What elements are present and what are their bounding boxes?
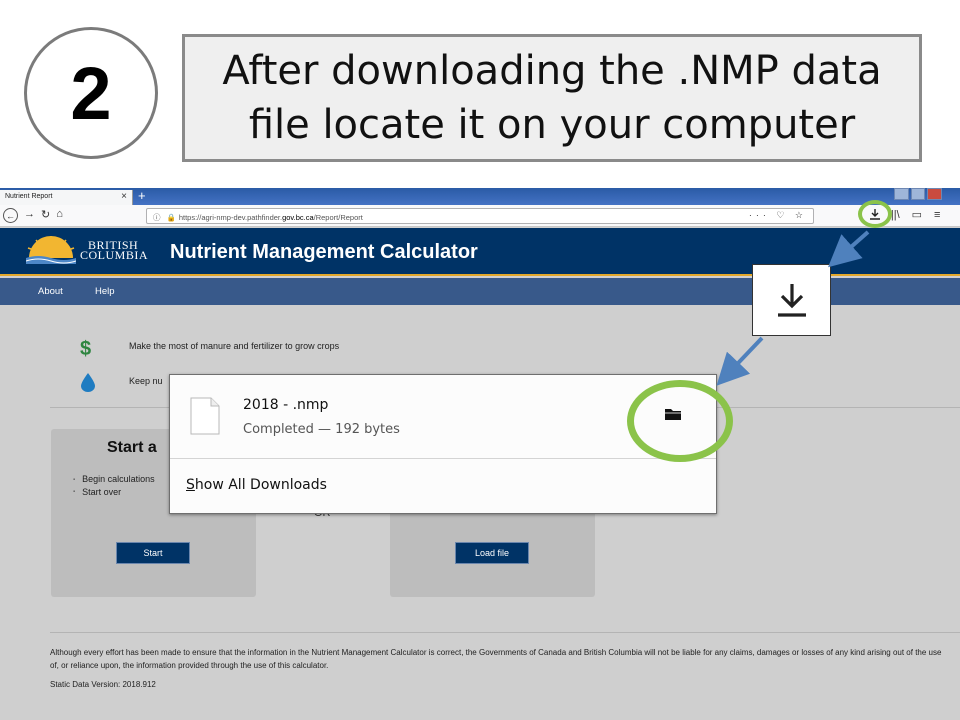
tutorial-slide: 2 After downloading the .NMP data file l… — [0, 0, 960, 720]
toolbar-download-button[interactable] — [858, 200, 892, 228]
nav-buttons: ← → ↻ ⌂ — [3, 208, 63, 223]
lock-icon: 🔒 — [166, 213, 176, 222]
address-bar[interactable]: ⓘ 🔒 https://agri-nmp-dev.pathfinder.gov.bc… — [146, 208, 814, 224]
start-card-list: Begin calculations Start over — [73, 473, 155, 498]
tab-bar: Nutrient Report × + — [0, 188, 960, 205]
step-number-badge: 2 — [24, 27, 158, 159]
file-icon — [190, 397, 220, 435]
show-all-downloads-button[interactable]: Show All Downloads — [186, 477, 327, 493]
tab-title: Nutrient Report — [5, 193, 53, 200]
menu-icon[interactable]: ≡ — [934, 209, 940, 221]
app-title: Nutrient Management Calculator — [170, 241, 478, 263]
footer-divider — [50, 632, 960, 633]
logo-line-2: COLUMBIA — [80, 248, 149, 262]
page-actions[interactable]: ··· ♡ ☆ — [749, 210, 807, 221]
downloads-panel: 2018 - .nmp Completed — 192 bytes Show A… — [169, 374, 717, 514]
bc-wordmark: BRITISH COLUMBIA — [80, 239, 149, 262]
url-path: /Report/Report — [313, 213, 363, 222]
start-card-title: Start a — [107, 439, 157, 456]
download-icon — [870, 209, 880, 220]
instruction-text: After downloading the .NMP data file loc… — [222, 48, 882, 148]
home-icon[interactable]: ⌂ — [56, 208, 63, 223]
nav-help[interactable]: Help — [95, 286, 115, 297]
forward-arrow-icon[interactable]: → — [24, 208, 35, 223]
reload-icon[interactable]: ↻ — [41, 208, 50, 223]
tagline-1: Make the most of manure and fertilizer t… — [129, 341, 340, 351]
maximize-button[interactable] — [910, 188, 926, 200]
browser-tab[interactable]: Nutrient Report × — [0, 190, 133, 205]
list-item: Start over — [73, 486, 155, 499]
start-button[interactable]: Start — [116, 542, 190, 564]
bc-sun-logo-icon — [26, 236, 76, 264]
tagline-2: Keep nu — [129, 376, 163, 386]
download-status: Completed — 192 bytes — [243, 422, 400, 437]
back-arrow-icon[interactable]: ← — [3, 208, 18, 223]
water-drop-icon — [81, 373, 95, 392]
show-all-label: how All Downloads — [194, 477, 327, 493]
info-icon[interactable]: ⓘ — [153, 213, 161, 222]
browser-toolbar: ← → ↻ ⌂ ⓘ 🔒 https://agri-nmp-dev.pathfinde… — [0, 205, 960, 227]
folder-highlight-ring — [627, 380, 733, 462]
dollar-icon: $ — [80, 338, 92, 360]
url-prefix: https://agri-nmp-dev.pathfinder. — [178, 213, 283, 222]
sidebar-icon[interactable]: ▭ — [912, 208, 922, 221]
nav-about[interactable]: About — [38, 286, 63, 297]
new-tab-button[interactable]: + — [138, 188, 146, 203]
step-number: 2 — [70, 51, 112, 135]
disclaimer-text: Although every effort has been made to e… — [50, 648, 942, 670]
download-icon — [777, 284, 806, 317]
url-host: gov.bc.ca — [282, 213, 314, 222]
show-all-accesskey: S — [186, 477, 195, 493]
tab-close-icon[interactable]: × — [121, 191, 127, 202]
list-item: Begin calculations — [73, 473, 155, 486]
load-file-button[interactable]: Load file — [455, 542, 529, 564]
minimize-button[interactable] — [894, 188, 909, 200]
instruction-box: After downloading the .NMP data file loc… — [182, 34, 922, 162]
close-window-button[interactable] — [927, 188, 943, 200]
window-controls — [894, 188, 943, 200]
download-file-name: 2018 - .nmp — [243, 397, 329, 413]
download-icon-callout — [752, 264, 831, 336]
static-data-version: Static Data Version: 2018.912 — [50, 680, 156, 689]
